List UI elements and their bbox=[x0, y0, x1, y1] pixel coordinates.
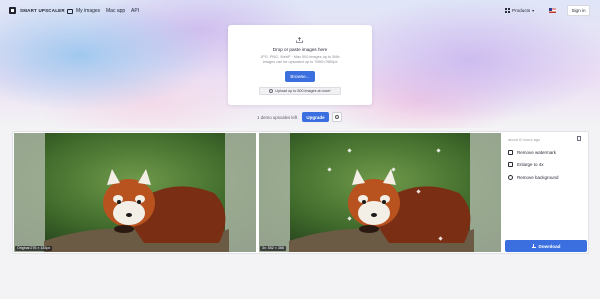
nav-mac-app[interactable]: Mac app bbox=[106, 8, 125, 14]
top-nav: SMART UPSCALER My images Mac app API Pro… bbox=[0, 0, 600, 20]
remove-watermark-option[interactable]: Remove watermark bbox=[508, 150, 556, 155]
upgrade-button[interactable]: Upgrade bbox=[302, 112, 329, 122]
download-label: Download bbox=[538, 243, 561, 249]
browse-button[interactable]: Browse... bbox=[285, 71, 315, 82]
enlarge-option[interactable]: Enlarge to 4x bbox=[508, 162, 544, 167]
logo-icon bbox=[9, 7, 16, 14]
upload-dropzone[interactable]: Drop or paste images here JPG, PNG, WebP… bbox=[228, 25, 372, 105]
remove-watermark-label: Remove watermark bbox=[517, 150, 557, 155]
bulk-upload-button[interactable]: Upload up to 500 images at once! bbox=[259, 87, 341, 95]
info-icon bbox=[269, 89, 274, 93]
red-panda-photo-original bbox=[14, 133, 256, 252]
red-panda-photo-upscaled bbox=[259, 133, 501, 252]
upscaled-size-label: 3x: 552 × 366 bbox=[260, 245, 286, 251]
upload-icon bbox=[296, 37, 303, 43]
bulk-upload-label: Upload up to 500 images at once! bbox=[275, 89, 331, 93]
enlarge-icon bbox=[508, 162, 513, 167]
logo-text: SMART UPSCALER bbox=[20, 8, 65, 13]
brush-icon bbox=[508, 150, 513, 155]
sign-in-button[interactable]: Sign in bbox=[567, 5, 590, 16]
download-button[interactable]: Download bbox=[505, 240, 587, 252]
us-flag-icon[interactable] bbox=[549, 8, 556, 13]
upload-title: Drop or paste images here bbox=[272, 47, 328, 52]
remove-background-option[interactable]: Remove background bbox=[508, 175, 559, 180]
demo-credits-text: 1 demo upscales left bbox=[257, 115, 298, 120]
nav-mac-app-label: Mac app bbox=[106, 8, 126, 14]
gear-icon bbox=[335, 115, 339, 119]
remove-background-label: Remove background bbox=[517, 175, 559, 180]
logo[interactable]: SMART UPSCALER bbox=[9, 7, 65, 14]
nav-my-images-label: My images bbox=[76, 8, 101, 14]
enlarge-label: Enlarge to 4x bbox=[517, 162, 544, 167]
download-icon bbox=[531, 244, 536, 248]
original-image[interactable]: Original 276 × 183px bbox=[14, 133, 256, 252]
trash-icon[interactable] bbox=[577, 136, 581, 141]
products-label: Products bbox=[512, 8, 531, 13]
original-size-label: Original 276 × 183px bbox=[15, 245, 53, 251]
chevron-down-icon: ▾ bbox=[532, 8, 535, 13]
nav-api[interactable]: API bbox=[131, 8, 139, 14]
result-sidebar: about 6 hours ago Remove watermark Enlar… bbox=[504, 133, 588, 252]
nav-api-label: API bbox=[131, 8, 140, 14]
upload-subtitle-line2: Images can be upscaled up to 7680×7680px bbox=[262, 60, 338, 65]
grid-icon bbox=[505, 8, 510, 13]
image-icon bbox=[67, 8, 73, 14]
processed-time: about 6 hours ago bbox=[508, 137, 541, 142]
upload-subtitle: JPG, PNG, WebP · Max 500 images up to 5M… bbox=[238, 55, 362, 65]
upscaled-image[interactable]: 3x: 552 × 366 bbox=[259, 133, 501, 252]
settings-button[interactable] bbox=[332, 112, 342, 122]
eraser-icon bbox=[508, 175, 513, 180]
nav-my-images[interactable]: My images bbox=[67, 8, 100, 14]
products-menu[interactable]: Products ▾ bbox=[505, 8, 534, 13]
